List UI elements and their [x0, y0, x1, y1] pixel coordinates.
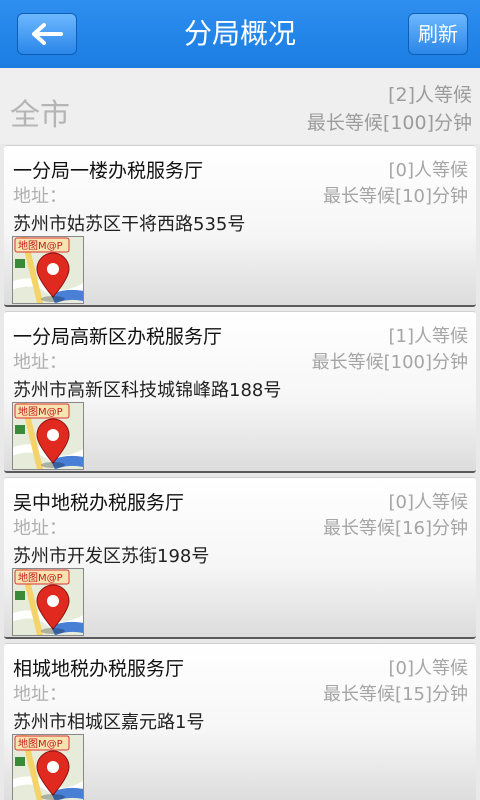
title-bar: 分局概况 刷新	[0, 0, 480, 68]
office-waiting-count: [0]人等候	[388, 658, 469, 679]
office-name: 相城地税办税服务厅	[13, 658, 185, 680]
address-label: 地址：	[13, 518, 67, 539]
city-summary: 全市 [2]人等候 最长等候[100]分钟	[0, 68, 480, 144]
address-label: 地址：	[13, 684, 67, 705]
map-icon[interactable]: 地图M@P	[12, 402, 84, 470]
refresh-button[interactable]: 刷新	[408, 13, 468, 55]
office-waiting-count: [1]人等候	[388, 326, 469, 347]
map-badge-text: 地图M@P	[18, 737, 63, 750]
city-label: 全市	[10, 98, 70, 133]
map-icon[interactable]: 地图M@P	[12, 236, 84, 304]
map-badge-text: 地图M@P	[18, 405, 63, 418]
office-name: 一分局高新区办税服务厅	[13, 326, 223, 348]
map-icon[interactable]: 地图M@P	[12, 568, 84, 636]
map-badge-text: 地图M@P	[18, 239, 63, 252]
map-icon[interactable]: 地图M@P	[12, 734, 84, 800]
office-name: 吴中地税办税服务厅	[13, 492, 185, 514]
office-card[interactable]: 吴中地税办税服务厅 [0]人等候 地址： 最长等候[16]分钟 苏州市开发区苏街…	[4, 477, 476, 639]
office-card[interactable]: 一分局高新区办税服务厅 [1]人等候 地址： 最长等候[100]分钟 苏州市高新…	[4, 311, 476, 473]
map-badge-text: 地图M@P	[18, 571, 63, 584]
office-card[interactable]: 相城地税办税服务厅 [0]人等候 地址： 最长等候[15]分钟 苏州市相城区嘉元…	[4, 643, 476, 800]
office-name: 一分局一楼办税服务厅	[13, 160, 204, 182]
office-max-wait: 最长等候[15]分钟	[323, 684, 468, 705]
office-address: 苏州市开发区苏街198号	[13, 546, 210, 567]
office-max-wait: 最长等候[16]分钟	[323, 518, 468, 539]
office-address: 苏州市相城区嘉元路1号	[13, 712, 205, 733]
office-address: 苏州市高新区科技城锦峰路188号	[13, 380, 282, 401]
address-label: 地址：	[13, 186, 67, 207]
office-card[interactable]: 一分局一楼办税服务厅 [0]人等候 地址： 最长等候[10]分钟 苏州市姑苏区干…	[4, 145, 476, 307]
office-waiting-count: [0]人等候	[388, 160, 469, 181]
max-wait: 最长等候[100]分钟	[306, 112, 472, 134]
office-waiting-count: [0]人等候	[388, 492, 469, 513]
office-address: 苏州市姑苏区干将西路535号	[13, 214, 246, 235]
office-max-wait: 最长等候[100]分钟	[311, 352, 468, 373]
waiting-count: [2]人等候	[388, 84, 472, 106]
address-label: 地址：	[13, 352, 67, 373]
office-max-wait: 最长等候[10]分钟	[323, 186, 468, 207]
